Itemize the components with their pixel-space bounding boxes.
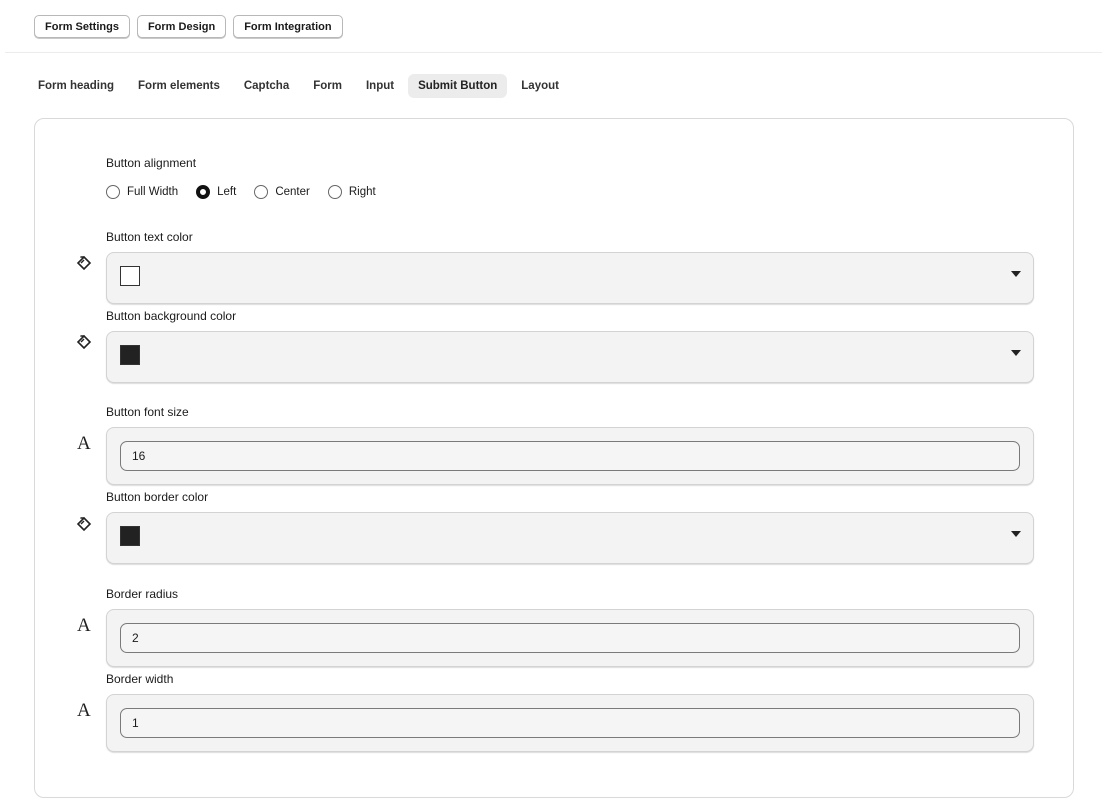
color-swatch: [120, 526, 140, 546]
radio-full-width[interactable]: Full Width: [106, 185, 178, 199]
tab-captcha[interactable]: Captcha: [234, 74, 299, 98]
tab-form-elements[interactable]: Form elements: [128, 74, 230, 98]
border-radius-label: Border radius: [106, 587, 179, 601]
border-width-input[interactable]: [120, 708, 1020, 738]
tab-input[interactable]: Input: [356, 74, 404, 98]
font-size-label: Button font size: [106, 405, 189, 419]
alignment-radio-group: Full Width Left Center Right: [106, 185, 394, 199]
font-icon: A: [77, 615, 91, 636]
tab-form-heading[interactable]: Form heading: [28, 74, 124, 98]
radio-right[interactable]: Right: [327, 185, 376, 199]
background-color-label: Button background color: [106, 309, 237, 323]
paint-bucket-icon: [75, 254, 93, 272]
radio-circle[interactable]: [254, 185, 269, 199]
border-color-dropdown[interactable]: [106, 512, 1034, 564]
radio-label: Left: [217, 186, 237, 198]
caret-down-icon: [1011, 350, 1021, 356]
sub-tab-bar: Form heading Form elements Captcha Form …: [28, 74, 569, 98]
font-size-field: [106, 427, 1034, 485]
border-width-field: [106, 694, 1034, 752]
radio-label: Center: [275, 186, 310, 198]
radio-center[interactable]: Center: [254, 185, 310, 199]
background-color-dropdown[interactable]: [106, 331, 1034, 383]
font-icon: A: [77, 700, 91, 721]
alignment-label: Button alignment: [106, 156, 197, 170]
top-tab-bar: Form Settings Form Design Form Integrati…: [34, 15, 343, 38]
tab-form[interactable]: Form: [303, 74, 352, 98]
tab-form-integration[interactable]: Form Integration: [233, 15, 343, 38]
border-width-label: Border width: [106, 672, 174, 686]
tab-form-design[interactable]: Form Design: [136, 15, 227, 38]
radio-left[interactable]: Left: [196, 185, 236, 199]
tab-layout[interactable]: Layout: [511, 74, 569, 98]
radio-circle-checked[interactable]: [196, 185, 211, 199]
radio-circle[interactable]: [106, 185, 120, 199]
radio-label: Full Width: [127, 186, 179, 198]
border-color-label: Button border color: [106, 490, 209, 504]
caret-down-icon: [1011, 271, 1021, 277]
color-swatch: [120, 266, 140, 286]
color-swatch: [120, 345, 140, 365]
caret-down-icon: [1011, 531, 1021, 537]
paint-bucket-icon: [75, 515, 93, 533]
border-radius-input[interactable]: [120, 623, 1020, 653]
header-divider: [5, 52, 1102, 53]
border-radius-field: [106, 609, 1034, 667]
font-size-input[interactable]: [120, 441, 1020, 471]
tab-submit-button[interactable]: Submit Button: [408, 74, 508, 98]
text-color-label: Button text color: [106, 230, 193, 244]
paint-bucket-icon: [75, 333, 93, 351]
tab-form-settings[interactable]: Form Settings: [34, 15, 130, 38]
radio-circle[interactable]: [327, 185, 342, 199]
radio-label: Right: [348, 186, 376, 198]
text-color-dropdown[interactable]: [106, 252, 1034, 304]
font-icon: A: [77, 433, 91, 454]
